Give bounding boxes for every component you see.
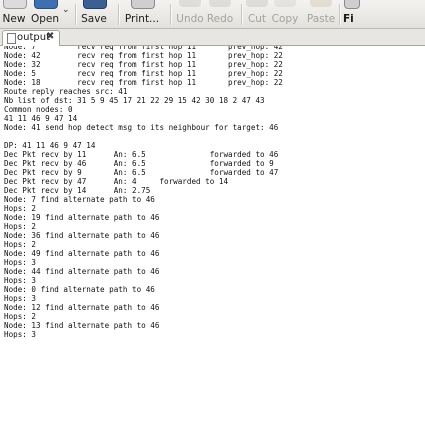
new-button-label: New (2, 13, 26, 25)
gedit-window: New Open ⌄ Save Print... Undo Redo Cut C… (0, 0, 425, 435)
save-button[interactable]: Save (79, 0, 109, 28)
text-line: Dec Pkt recv by 46 An: 6.5 forwarded to … (4, 159, 274, 168)
save-button-label: Save (81, 13, 107, 25)
tab-output[interactable]: output ✖ (2, 30, 60, 46)
document-tab-bar: output ✖ (0, 29, 425, 46)
text-document-icon (7, 33, 16, 44)
text-line: Node: 7 find alternate path to 46 (4, 195, 155, 204)
text-line: Hops: 2 (4, 204, 37, 213)
text-line: Hops: 2 (4, 222, 37, 231)
printer-icon (131, 0, 155, 9)
text-line: Dec Pkt recv by 14 An: 2.75 (4, 186, 151, 195)
copy-icon (274, 0, 296, 7)
find-button[interactable]: Fi (343, 0, 360, 28)
open-button-label: Open (30, 13, 60, 25)
text-line: Hops: 3 (4, 258, 37, 267)
text-line: DP: 41 11 46 9 47 14 (4, 141, 96, 150)
text-line: 41 11 46 9 47 14 (4, 114, 78, 123)
text-line: Hops: 3 (4, 276, 37, 285)
text-content: Node: 7 recv req from first hop 11 prev_… (4, 46, 283, 339)
open-button[interactable]: Open (30, 0, 60, 28)
text-line: Dec Pkt recv by 9 An: 6.5 forwarded to 4… (4, 168, 279, 177)
text-line: Node: 41 send hop detect msg to its neig… (4, 123, 279, 132)
paste-button-label: Paste (306, 13, 336, 25)
save-icon (83, 0, 107, 9)
text-line: Node: 36 find alternate path to 46 (4, 231, 160, 240)
text-line: Dec Pkt recv by 47 An: 4 forwarded to 14 (4, 177, 229, 186)
new-document-icon (3, 0, 27, 9)
redo-icon (209, 0, 231, 7)
open-recent-dropdown-icon[interactable]: ⌄ (62, 5, 70, 15)
text-line: Node: 18 recv req from first hop 11 prev… (4, 78, 283, 87)
text-line: Node: 42 recv req from first hop 11 prev… (4, 51, 283, 60)
toolbar-separator (339, 4, 341, 25)
text-line: Node: 44 find alternate path to 46 (4, 267, 160, 276)
find-icon (344, 0, 360, 9)
undo-button-label: Undo (176, 13, 204, 25)
text-line: Node: 5 recv req from first hop 11 prev_… (4, 69, 283, 78)
close-tab-icon[interactable]: ✖ (46, 31, 54, 42)
toolbar-separator (170, 4, 172, 25)
text-line: Node: 32 recv req from first hop 11 prev… (4, 60, 283, 69)
text-line: Node: 49 find alternate path to 46 (4, 249, 160, 258)
text-line: Node: 12 find alternate path to 46 (4, 303, 160, 312)
cut-button-label: Cut (247, 13, 267, 25)
text-line: Node: 19 find alternate path to 46 (4, 213, 160, 222)
copy-button-label: Copy (271, 13, 299, 25)
scissors-icon (246, 0, 268, 7)
text-line: Dec Pkt recv by 11 An: 6.5 forwarded to … (4, 150, 279, 159)
cut-button[interactable]: Cut (245, 0, 269, 28)
redo-button[interactable]: Redo (206, 0, 234, 28)
find-button-label: Fi (343, 13, 354, 25)
copy-button[interactable]: Copy (269, 0, 301, 28)
text-line (4, 132, 283, 141)
text-line: Route reply reaches src: 41 (4, 87, 128, 96)
text-line: Common nodes: 0 (4, 105, 73, 114)
text-editor[interactable]: Node: 7 recv req from first hop 11 prev_… (0, 46, 425, 435)
text-line: Hops: 2 (4, 312, 37, 321)
print-button-label: Print... (124, 13, 160, 25)
paste-button[interactable]: Paste (304, 0, 338, 28)
clipboard-icon (310, 0, 332, 7)
undo-button[interactable]: Undo (176, 0, 204, 28)
text-line: Node: 13 find alternate path to 46 (4, 321, 160, 330)
text-line: Node: 0 find alternate path to 46 (4, 285, 155, 294)
toolbar-separator (75, 4, 77, 25)
text-line: Hops: 3 (4, 330, 37, 339)
toolbar-separator (241, 4, 243, 25)
toolbar-separator (118, 4, 120, 25)
open-folder-icon (34, 0, 58, 9)
print-button[interactable]: Print... (122, 0, 162, 28)
redo-button-label: Redo (206, 13, 234, 25)
toolbar: New Open ⌄ Save Print... Undo Redo Cut C… (0, 0, 425, 29)
undo-icon (179, 0, 201, 7)
text-line: Hops: 3 (4, 294, 37, 303)
new-button[interactable]: New (0, 0, 28, 28)
text-line: Nb list of dst: 31 5 9 45 17 21 22 29 15… (4, 96, 265, 105)
text-line: Hops: 2 (4, 240, 37, 249)
